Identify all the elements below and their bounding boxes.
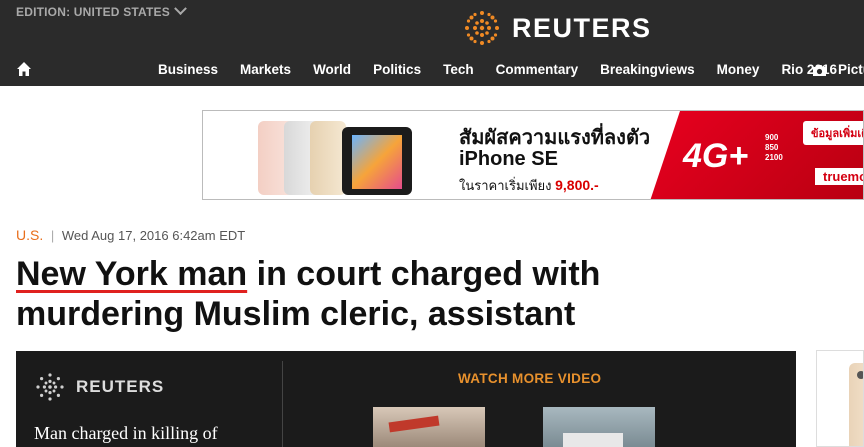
article-date: Wed Aug 17, 2016 6:42am EDT [61, 228, 246, 243]
logo-wordmark: REUTERS [512, 12, 652, 43]
home-icon[interactable] [16, 61, 32, 77]
edition-label: EDITION: UNITED STATES [16, 5, 170, 19]
main-nav: Business Markets World Politics Tech Com… [0, 56, 864, 86]
video-reuters-logo: REUTERS [34, 371, 164, 403]
nav-item-markets[interactable]: Markets [240, 62, 291, 77]
ad-freq-2100: 2100 [765, 153, 783, 162]
article-headline: New York man in court charged with murde… [16, 254, 776, 334]
nav-item-commentary[interactable]: Commentary [496, 62, 579, 77]
nav-item-business[interactable]: Business [158, 62, 218, 77]
ad-price-line: ในราคาเริ่มเพียง 9,800.- [459, 175, 599, 196]
side-ad-camera [857, 371, 863, 379]
video-thumbnail[interactable] [543, 407, 655, 447]
chevron-down-icon [174, 2, 187, 16]
ad-freq-900: 900 [765, 133, 779, 142]
nav-item-tech[interactable]: Tech [443, 62, 474, 77]
meta-separator: | [50, 228, 55, 243]
reuters-logo-icon [36, 373, 64, 401]
nav-item-world[interactable]: World [313, 62, 351, 77]
video-caption[interactable]: Man charged in killing of [34, 423, 218, 444]
nav-item-politics[interactable]: Politics [373, 62, 421, 77]
nav-item-money[interactable]: Money [717, 62, 760, 77]
headline-underlined: New York man [16, 255, 248, 293]
ad-price: 9,800.- [555, 177, 599, 193]
video-divider [282, 361, 283, 447]
site-header: EDITION: UNITED STATES REUTERS Business … [0, 0, 864, 86]
edition-selector[interactable]: EDITION: UNITED STATES [16, 2, 187, 19]
iphone-se-ad-banner[interactable]: สัมผัสความแรงที่ลงตัว iPhone SE ในราคาเร… [202, 110, 864, 200]
ad-network: 4G+ [683, 137, 749, 175]
ad-price-prefix: ในราคาเริ่มเพียง [459, 178, 552, 193]
nav-items: Business Markets World Politics Tech Com… [158, 62, 859, 77]
nav-item-rio-2016[interactable]: Rio 2016 [781, 62, 837, 77]
ad-more-info-button[interactable]: ข้อมูลเพิ่มเติ [803, 121, 863, 145]
ad-freqs: 900 850 2100 [765, 133, 783, 163]
ad-freq-850: 850 [765, 143, 779, 152]
video-logo-text: REUTERS [76, 377, 165, 396]
article-meta: U.S. | Wed Aug 17, 2016 6:42am EDT [16, 227, 245, 243]
ad-brand: truemov [815, 168, 863, 185]
ad-model: iPhone SE [459, 148, 558, 170]
reuters-logo[interactable]: REUTERS [462, 8, 652, 48]
video-thumbnail[interactable] [373, 407, 485, 447]
nav-item-pictures[interactable]: Pictu [838, 62, 864, 77]
camera-icon[interactable] [812, 64, 827, 77]
video-player[interactable]: REUTERS Man charged in killing of WATCH … [16, 351, 796, 447]
section-link[interactable]: U.S. [16, 227, 43, 243]
reuters-logo-icon [465, 11, 499, 45]
nav-item-breakingviews[interactable]: Breakingviews [600, 62, 695, 77]
side-ad[interactable] [816, 350, 864, 447]
watch-more-video-heading: WATCH MORE VIDEO [458, 371, 602, 386]
